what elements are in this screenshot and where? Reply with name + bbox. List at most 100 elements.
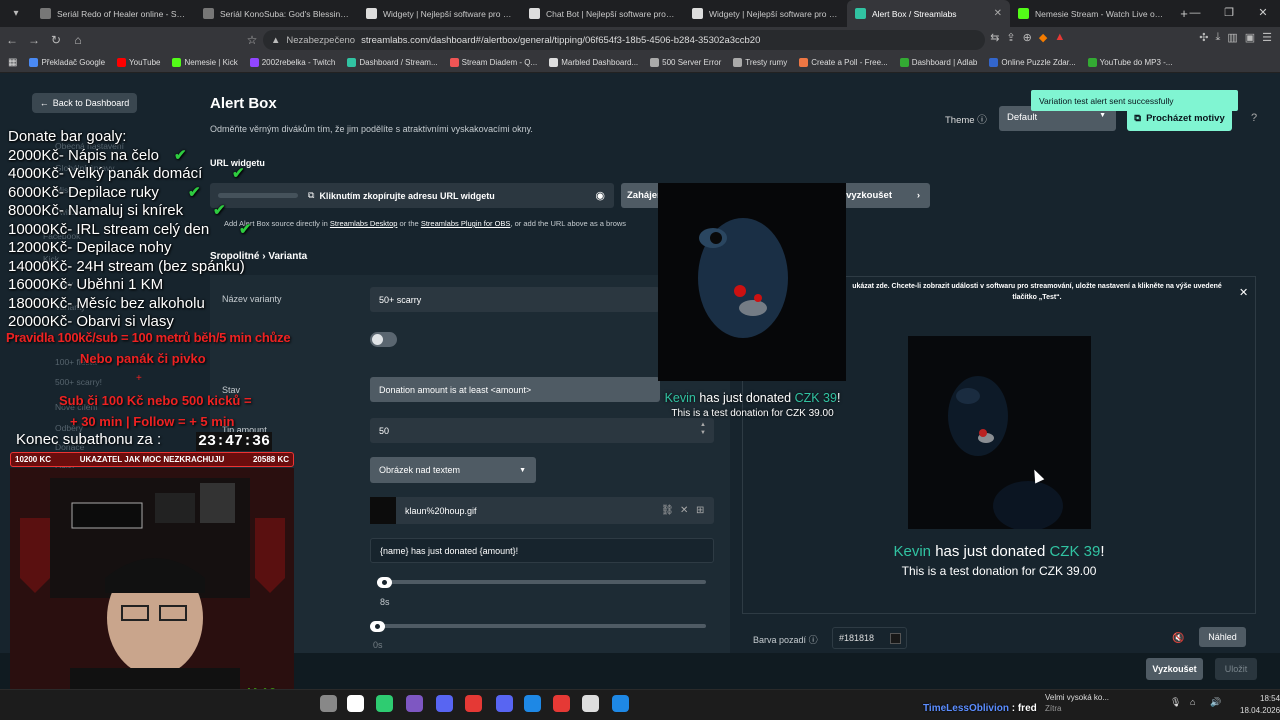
browser-tab[interactable]: Widgety | Nejlepší software pro vyle [358,0,521,27]
delay-slider[interactable] [377,624,706,628]
alert-end: ! [1100,543,1105,560]
variant-name-input[interactable]: 50+ scarry [370,287,660,312]
back-icon[interactable]: ← [2,33,22,47]
page-title: Alert Box [210,95,277,112]
theme-label-text: Theme [945,115,975,126]
taskbar-app-icon[interactable] [436,695,453,712]
taskbar-app-icon[interactable] [524,695,541,712]
overlay-alert-subtext: This is a test donation for CZK 39.00 [671,408,834,419]
browser-tab[interactable]: Seriál Redo of Healer online - Svetse [32,0,195,27]
taskbar-app-icon[interactable] [376,695,393,712]
bookmark-item[interactable]: 500 Server Error [650,58,721,67]
media-file-row[interactable]: klaun%20houp.gif ⛓ ✕ ⊞ [370,497,714,524]
grid-icon[interactable]: ⊞ [696,505,704,516]
bookmark-star-icon[interactable]: ☆ [242,33,262,47]
color-swatch[interactable] [890,633,901,644]
help-icon[interactable]: ? [1251,112,1257,124]
close-window-icon[interactable]: ✕ [1246,0,1280,27]
bookmark-label: Online Puzzle Zdar... [1001,58,1076,67]
taskbar-app-icon[interactable] [406,695,423,712]
delay-slider-handle[interactable] [370,621,385,632]
share-icon[interactable]: ⇪ [1006,31,1015,44]
maximize-icon[interactable]: ❐ [1212,0,1246,27]
bookmark-item[interactable]: Tresty rumy [733,58,787,67]
menu-icon[interactable]: ☰ [1262,31,1272,44]
wallet-icon[interactable]: ▣ [1245,31,1255,44]
forward-icon[interactable]: → [24,33,44,47]
bookmark-item[interactable]: Dashboard / Stream... [347,58,438,67]
message-template-input[interactable]: {name} has just donated {amount}! [370,538,714,563]
duration-slider-handle[interactable] [377,577,392,588]
volume-icon[interactable]: 🔊 [1210,697,1221,708]
omnibox[interactable]: ▲ Nezabezpečeno streamlabs.com/dashboard… [263,30,985,50]
footer-try-button[interactable]: Vyzkoušet [1146,658,1203,680]
bookmark-item[interactable]: Překladač Google [29,58,105,67]
taskbar-app-icon[interactable] [553,695,570,712]
goal-item: 10000Kč- IRL stream celý den ✔ [8,221,308,240]
background-color-input[interactable]: #181818 [832,627,907,649]
src-suffix: , or add the URL above as a brows [510,219,627,228]
taskbar-app-icon[interactable] [612,695,629,712]
bookmark-item[interactable]: Stream Diadem - Q... [449,58,537,67]
chat-user: TimeLessOblivion [923,703,1009,714]
sidebar-icon[interactable]: ▥ [1227,31,1237,44]
bookmark-item[interactable]: Marbled Dashboard... [549,58,638,67]
goal-text: 4000Kč- Velký panák domácí [8,165,203,182]
browser-tab[interactable]: Alert Box / Streamlabs ✕ [847,0,1010,27]
webcam-scene [10,468,294,712]
bookmark-item[interactable]: Create a Poll - Free... [799,58,888,67]
extensions-icon[interactable]: ✣ [1199,31,1208,44]
close-icon[interactable]: ✕ [1239,286,1248,299]
preview-button[interactable]: Náhled [1199,627,1246,647]
sidebar-item[interactable]: 500+ scarry! [55,377,102,387]
zoom-icon[interactable]: ⊕ [1023,31,1032,44]
tab-list-icon[interactable]: ▾ [0,8,32,19]
taskbar-app-icon[interactable] [582,695,599,712]
remove-icon[interactable]: ✕ [680,505,688,516]
bookmark-item[interactable]: Online Puzzle Zdar... [989,58,1076,67]
link-icon[interactable]: ⛓ [661,505,674,516]
bookmark-item[interactable]: YouTube do MP3 -... [1087,58,1172,67]
browser-tab[interactable]: Chat Bot | Nejlepší software pro vyle [521,0,684,27]
weather-notification[interactable]: Velmi vysoká ko... Zítra [1045,692,1109,714]
apps-icon[interactable]: ▦ [8,57,17,68]
image-layout-select[interactable]: Obrázek nad textem ▼ [370,457,536,483]
browser-tab[interactable]: Seriál KonoSuba: God's Blessing on [195,0,358,27]
reload-icon[interactable]: ↻ [46,33,66,47]
taskbar-app-icon[interactable] [496,695,513,712]
variant-toggle[interactable] [370,332,397,347]
brave-shield-icon[interactable]: ◆ [1039,31,1047,44]
mic-icon[interactable]: 🎙 [1170,697,1181,708]
back-to-dashboard-button[interactable]: ← Back to Dashboard [32,93,137,113]
streamlabs-desktop-link[interactable]: Streamlabs Desktop [330,219,398,228]
download-icon[interactable]: ⤓ [1215,31,1220,44]
browser-tab[interactable]: Widgety | Nejlepší software pro vyle [684,0,847,27]
close-tab-icon[interactable]: ✕ [994,8,1002,19]
footer-save-button[interactable]: Uložit [1215,658,1257,680]
stepper-icon[interactable]: ▲ ▼ [700,421,706,437]
checkmark-icon: ✔ [232,165,245,182]
browser-tab[interactable]: Nemesie Stream - Watch Live on Kic [1010,0,1173,27]
condition-select[interactable]: Donation amount is at least <amount> [370,377,660,402]
eye-icon[interactable]: ◉ [595,189,605,202]
bookmark-item[interactable]: 2002rebelka - Twitch [249,58,335,67]
taskbar-app-icon[interactable] [465,695,482,712]
rewards-icon[interactable]: ▲ [1054,31,1065,44]
network-icon[interactable]: ⌂ [1190,697,1195,707]
bookmark-item[interactable]: Dashboard | Adlab [899,58,977,67]
bookmark-item[interactable]: Nemesie | Kick [172,58,238,67]
url-text[interactable]: streamlabs.com/dashboard#/alertbox/gener… [361,35,760,46]
home-icon[interactable]: ⌂ [68,33,88,47]
minimize-icon[interactable]: — [1178,0,1212,27]
taskbar-app-icon[interactable] [320,695,337,712]
obs-plugin-link[interactable]: Streamlabs Plugin for OBS [421,219,511,228]
bookmark-item[interactable]: YouTube [117,58,160,67]
amount-input[interactable]: 50 [370,418,714,443]
overlay-clown-illustration [698,218,788,338]
address-bar-row: ← → ↻ ⌂ ☆ ▲ Nezabezpečeno streamlabs.com… [0,27,1280,53]
duration-slider[interactable] [377,580,706,584]
translate-icon[interactable]: ⇆ [990,31,999,44]
mute-icon[interactable]: 🔇 [1172,633,1184,644]
taskbar-app-icon[interactable] [347,695,364,712]
system-clock[interactable]: 18:54 18.04.2026 [1240,693,1280,717]
